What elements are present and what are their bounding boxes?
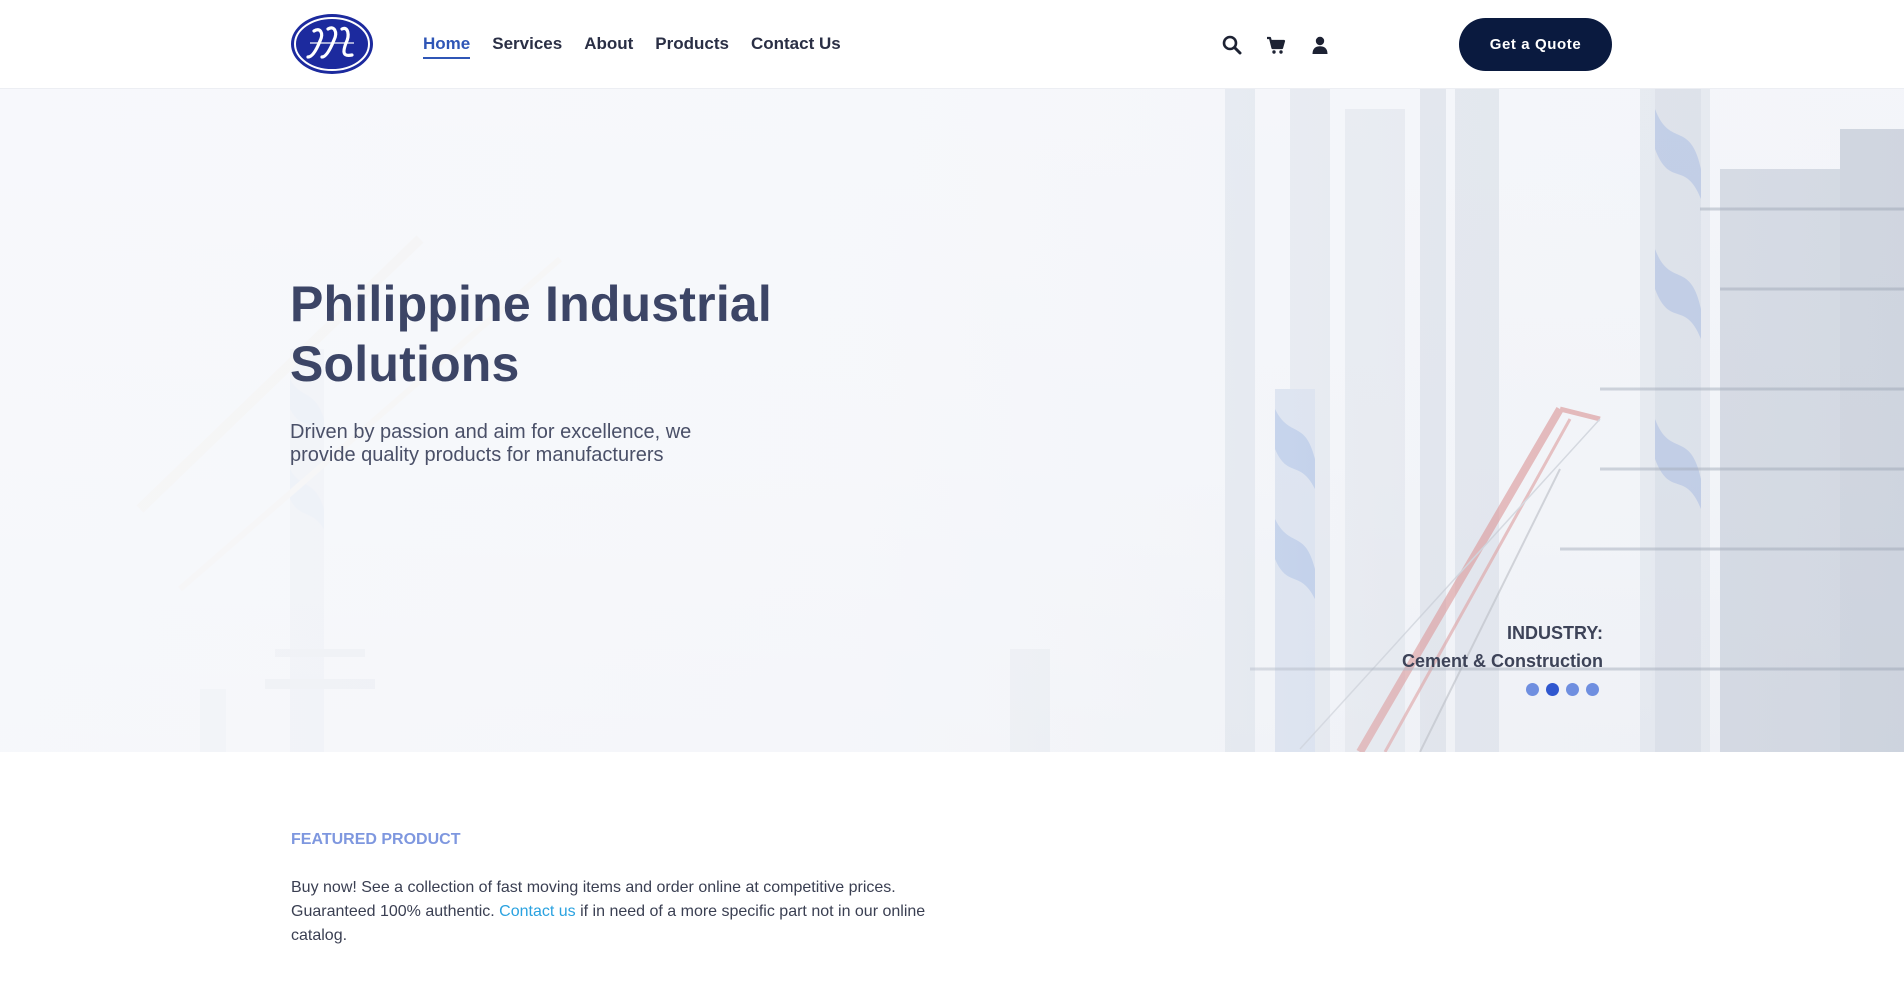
industry-value: Cement & Construction	[1401, 651, 1603, 671]
nav-about[interactable]: About	[584, 30, 633, 58]
industry-label: INDUSTRY:	[1507, 623, 1603, 643]
search-icon[interactable]	[1221, 34, 1243, 56]
nav-products[interactable]: Products	[655, 30, 729, 58]
featured-product-description: Buy now! See a collection of fast moving…	[291, 876, 981, 948]
nav-services[interactable]: Services	[492, 30, 562, 58]
slider-dot-2[interactable]	[1546, 683, 1559, 696]
site-header: Home Services About Products Contact Us …	[0, 0, 1904, 89]
get-a-quote-button[interactable]: Get a Quote	[1459, 18, 1612, 71]
company-logo[interactable]	[290, 13, 374, 75]
hero-banner: Philippine Industrial Solutions Driven b…	[0, 89, 1904, 752]
slider-dot-4[interactable]	[1586, 683, 1599, 696]
slider-dots	[1526, 683, 1599, 696]
slider-dot-1[interactable]	[1526, 683, 1539, 696]
hero-subtitle: Driven by passion and aim for excellence…	[290, 421, 692, 466]
cart-icon[interactable]	[1265, 34, 1287, 56]
logo-emblem	[291, 14, 373, 74]
nav-home[interactable]: Home	[423, 30, 471, 59]
nav-contact-us[interactable]: Contact Us	[751, 30, 841, 58]
header-tools	[1221, 0, 1331, 89]
slider-dot-3[interactable]	[1566, 683, 1579, 696]
featured-product-label: FEATURED PRODUCT	[291, 831, 461, 848]
hero-title: Philippine Industrial Solutions	[290, 276, 773, 392]
user-icon[interactable]	[1309, 34, 1331, 56]
contact-us-link[interactable]: Contact us	[499, 903, 575, 920]
hero-overlay	[0, 89, 1904, 752]
main-nav: Home Services About Products Contact Us	[423, 0, 841, 89]
